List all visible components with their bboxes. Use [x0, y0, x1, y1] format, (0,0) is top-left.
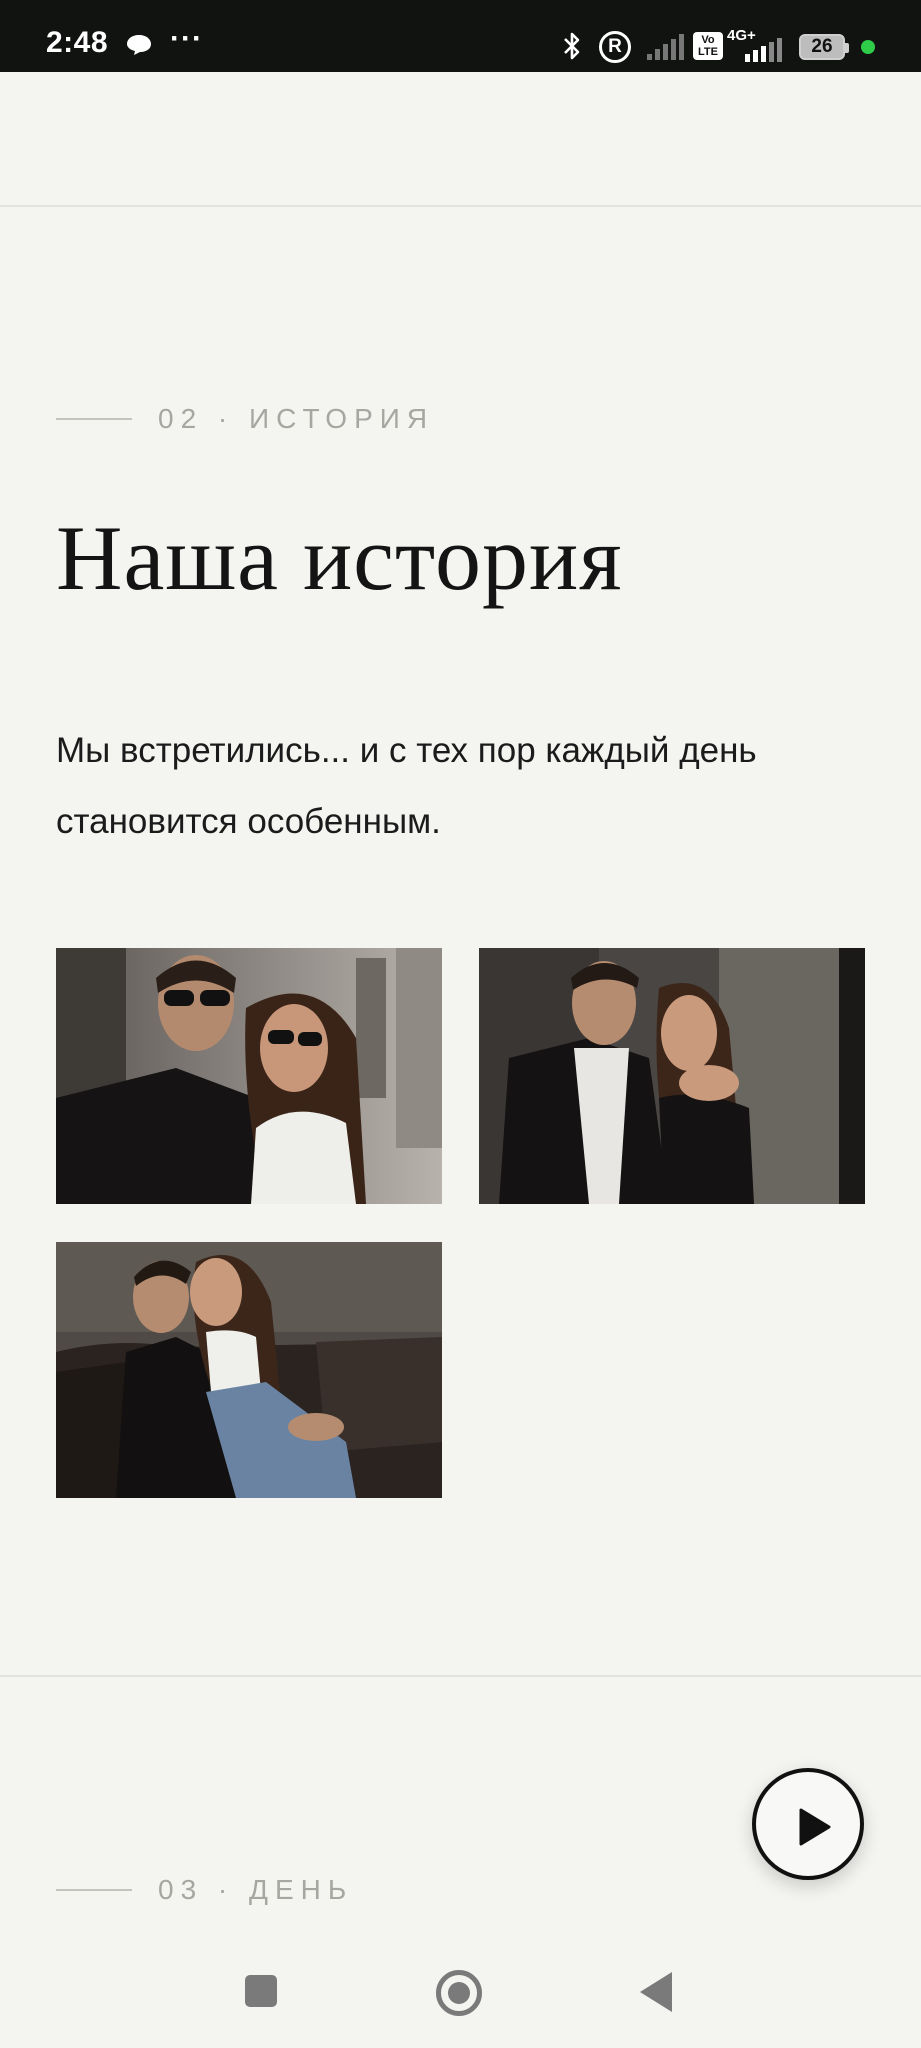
eyebrow-line	[56, 418, 132, 420]
play-music-button[interactable]	[752, 1768, 864, 1880]
back-icon[interactable]	[640, 1972, 672, 2012]
signal-icon	[647, 34, 684, 60]
section-eyebrow-day: 03 · ДЕНЬ	[56, 1874, 353, 1906]
photo-image	[479, 948, 865, 1204]
registered-icon: R	[599, 31, 631, 63]
play-icon	[799, 1808, 831, 1846]
section-title: Наша история	[56, 507, 623, 609]
couple-sunglasses-photo[interactable]	[56, 948, 442, 1204]
volte-icon: Vo LTE	[693, 32, 723, 60]
photo-image	[56, 1242, 442, 1498]
status-bar: 2:48 ··· R Vo LTE 4G+ 26	[0, 0, 921, 72]
section-eyebrow-history: 02 · ИСТОРИЯ	[56, 403, 434, 435]
home-icon[interactable]	[436, 1970, 482, 2016]
bluetooth-icon	[564, 32, 580, 60]
signal-icon	[745, 38, 782, 62]
status-time: 2:48	[46, 26, 109, 59]
eyebrow-label: 03 · ДЕНЬ	[158, 1874, 354, 1905]
recents-icon[interactable]	[245, 1975, 277, 2007]
eyebrow-label: 02 · ИСТОРИЯ	[158, 403, 435, 434]
header-divider	[0, 205, 921, 207]
photo-image	[56, 948, 442, 1204]
couple-embrace-photo[interactable]	[479, 948, 865, 1204]
chat-bubble-icon	[127, 35, 151, 55]
battery-icon: 26	[799, 34, 849, 60]
section-lead: Мы встретились... и с тех пор каждый ден…	[56, 731, 757, 841]
section-divider	[0, 1675, 921, 1677]
active-dot	[861, 40, 875, 54]
couple-kiss-photo[interactable]	[56, 1242, 442, 1498]
status-icons: R Vo LTE 4G+ 26	[501, 0, 921, 72]
eyebrow-line	[56, 1889, 132, 1891]
system-nav-bar	[0, 1940, 921, 2048]
more-notifications-icon: ···	[170, 22, 203, 55]
